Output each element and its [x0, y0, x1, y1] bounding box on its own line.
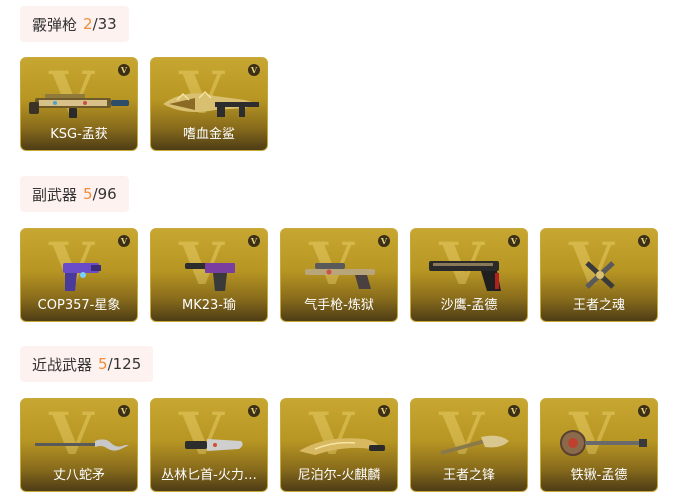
- total-count: /125: [107, 355, 142, 373]
- weapon-name: 尼泊尔-火麒麟: [297, 468, 381, 483]
- weapon-card-air-pistol[interactable]: V V 气手枪-炼狱: [280, 228, 398, 322]
- v-badge-icon: V: [118, 405, 130, 417]
- v-badge-icon: V: [638, 235, 650, 247]
- section-title: 副武器: [32, 185, 78, 204]
- weapon-card-cop357[interactable]: V V COP357-星象: [20, 228, 138, 322]
- v-badge-icon: V: [508, 235, 520, 247]
- section-header-shotgun: 霰弹枪 2 /33: [20, 6, 129, 42]
- pistol-cop357-icon: [63, 263, 101, 291]
- jungle-dagger-icon: [185, 439, 243, 451]
- weapon-name: 嗜血金鲨: [182, 127, 235, 142]
- weapon-name: 王者之锋: [442, 468, 495, 483]
- v-badge-icon: V: [118, 235, 130, 247]
- weapon-card-gold-shark[interactable]: V V 嗜血金鲨: [150, 57, 268, 151]
- weapon-card-ksg[interactable]: V V KSG-孟获: [20, 57, 138, 151]
- weapon-card-king-soul[interactable]: V V 王者之魂: [540, 228, 658, 322]
- weapon-name: MK23-瑜: [182, 298, 236, 313]
- king-blade-icon: [440, 435, 509, 455]
- section-title: 霰弹枪: [32, 15, 78, 34]
- owned-count: 5: [98, 355, 108, 373]
- section-header-melee: 近战武器 5 /125: [20, 346, 154, 382]
- pistol-mk23-icon: [185, 263, 235, 291]
- shovel-icon: [560, 430, 647, 456]
- v-badge-icon: V: [378, 405, 390, 417]
- v-badge-icon: V: [508, 405, 520, 417]
- weapon-card-mk23[interactable]: V V MK23-瑜: [150, 228, 268, 322]
- weapon-name: 铁锹-孟德: [570, 468, 628, 483]
- weapon-card-desert-eagle[interactable]: V V 沙鹰-孟德: [410, 228, 528, 322]
- weapon-card-kukri[interactable]: V V 尼泊尔-火麒麟: [280, 398, 398, 492]
- section-header-secondary: 副武器 5 /96: [20, 176, 129, 212]
- king-soul-icon: [585, 261, 615, 289]
- v-badge-icon: V: [638, 405, 650, 417]
- weapon-name: 丛林匕首-火力…: [161, 468, 257, 483]
- v-badge-icon: V: [118, 64, 130, 76]
- weapon-name: 丈八蛇矛: [52, 468, 105, 483]
- weapon-card-serpent-spear[interactable]: V V 丈八蛇矛: [20, 398, 138, 492]
- weapon-card-jungle-dagger[interactable]: V V 丛林匕首-火力…: [150, 398, 268, 492]
- weapon-card-shovel[interactable]: V V 铁锹-孟德: [540, 398, 658, 492]
- owned-count: 2: [83, 15, 93, 33]
- weapon-name: 气手枪-炼狱: [304, 298, 374, 313]
- shotgun-gold-shark-icon: [163, 90, 259, 117]
- kukri-icon: [299, 438, 385, 455]
- v-badge-icon: V: [248, 405, 260, 417]
- weapon-card-king-blade[interactable]: V V 王者之锋: [410, 398, 528, 492]
- section-title: 近战武器: [32, 355, 93, 374]
- owned-count: 5: [83, 185, 93, 203]
- total-count: /96: [92, 185, 117, 203]
- desert-eagle-icon: [429, 261, 501, 291]
- weapon-name: 沙鹰-孟德: [440, 298, 498, 313]
- weapon-name: KSG-孟获: [50, 127, 108, 142]
- total-count: /33: [92, 15, 117, 33]
- weapon-name: 王者之魂: [572, 298, 625, 313]
- v-badge-icon: V: [378, 235, 390, 247]
- shotgun-ksg-icon: [29, 94, 129, 118]
- v-badge-icon: V: [248, 235, 260, 247]
- weapon-name: COP357-星象: [37, 298, 121, 313]
- v-badge-icon: V: [248, 64, 260, 76]
- air-pistol-icon: [305, 263, 375, 289]
- serpent-spear-icon: [35, 439, 129, 451]
